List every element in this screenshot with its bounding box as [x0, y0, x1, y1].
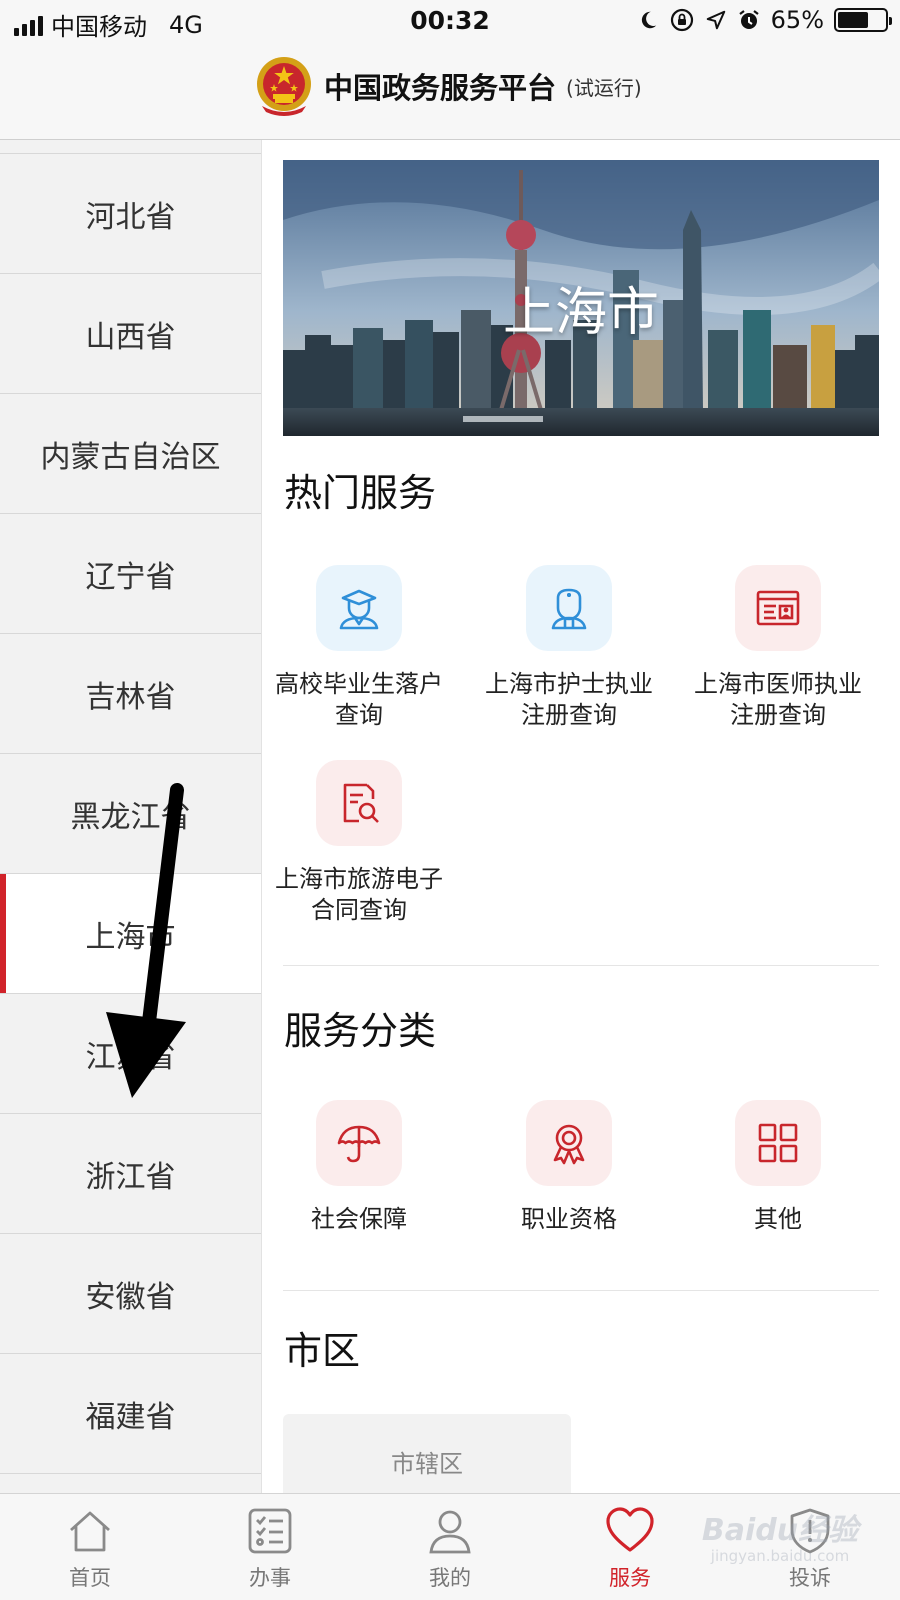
baidu-watermark: Baidu经验 jingyan.baidu.com	[680, 1505, 880, 1565]
battery-icon	[834, 8, 892, 32]
tab-label: 服务	[609, 1566, 651, 1590]
sidebar-item-liaoning[interactable]: 辽宁省	[0, 514, 261, 634]
service-graduate-settlement[interactable]: 高校毕业生落户 查询	[262, 565, 464, 731]
tab-tasks[interactable]: 办事	[180, 1494, 360, 1600]
section-divider	[283, 1290, 879, 1291]
heart-icon	[606, 1507, 654, 1552]
sidebar-item-inner-mongolia[interactable]: 内蒙古自治区	[0, 394, 261, 514]
app-header: 中国政务服务平台 (试运行)	[0, 44, 900, 140]
tab-label: 首页	[69, 1566, 111, 1590]
service-label-line2: 注册查询	[730, 701, 826, 729]
tab-mine[interactable]: 我的	[360, 1494, 540, 1600]
banner-title: 上海市	[502, 283, 659, 343]
province-sidebar[interactable]: 河北省 山西省 内蒙古自治区 辽宁省 吉林省 黑龙江省 上海市 江苏省 浙江省 …	[0, 140, 262, 1493]
sidebar-item-zhejiang[interactable]: 浙江省	[0, 1114, 261, 1234]
home-icon	[70, 1511, 110, 1552]
hot-services-title: 热门服务	[284, 471, 437, 515]
service-label-line2: 注册查询	[521, 701, 617, 729]
section-divider	[283, 965, 879, 966]
city-banner[interactable]: 上海市	[283, 160, 879, 436]
app-title: 中国政务服务平台	[324, 71, 557, 105]
service-label-line2: 查询	[335, 701, 383, 729]
graduate-icon	[316, 565, 402, 651]
app-subtitle: (试运行)	[566, 75, 642, 100]
watermark-url: jingyan.baidu.com	[710, 1547, 850, 1565]
sidebar-item-heilongjiang[interactable]: 黑龙江省	[0, 754, 261, 874]
tab-home[interactable]: 首页	[0, 1494, 180, 1600]
service-label-line1: 上海市旅游电子	[275, 865, 443, 893]
sidebar-item-jilin[interactable]: 吉林省	[0, 634, 261, 754]
category-social-security[interactable]: 社会保障	[262, 1100, 464, 1235]
id-card-icon	[735, 565, 821, 651]
battery-percent: 65%	[770, 6, 824, 34]
service-nurse-registration[interactable]: 上海市护士执业 注册查询	[464, 565, 674, 731]
alarm-icon	[738, 10, 759, 29]
sidebar-item-fujian[interactable]: 福建省	[0, 1354, 261, 1474]
service-categories-title: 服务分类	[284, 1009, 437, 1053]
document-search-icon	[316, 760, 402, 846]
district-button[interactable]: 市辖区	[283, 1414, 571, 1493]
nurse-icon	[526, 565, 612, 651]
category-label: 其他	[754, 1205, 802, 1233]
grid-icon	[735, 1100, 821, 1186]
tab-label: 办事	[249, 1566, 291, 1590]
award-icon	[526, 1100, 612, 1186]
user-icon	[429, 1510, 471, 1554]
category-other[interactable]: 其他	[673, 1100, 883, 1235]
umbrella-icon	[316, 1100, 402, 1186]
sidebar-item-jiangsu[interactable]: 江苏省	[0, 994, 261, 1114]
service-label-line1: 高校毕业生落户	[275, 670, 443, 698]
service-label-line1: 上海市护士执业	[485, 670, 653, 698]
service-travel-contract[interactable]: 上海市旅游电子 合同查询	[262, 760, 464, 926]
sidebar-item-hebei[interactable]: 河北省	[0, 154, 261, 274]
sidebar-item-shanxi[interactable]: 山西省	[0, 274, 261, 394]
service-label-line1: 上海市医师执业	[694, 670, 862, 698]
province-list-stub	[0, 140, 261, 154]
moon-icon	[641, 11, 656, 29]
watermark-brand: Baidu经验	[701, 1513, 859, 1548]
main-content[interactable]: 上海市 热门服务 高校毕业生落户 查询 上海市护士执业 注册查询 上海市医师执业…	[262, 140, 900, 1493]
national-emblem-icon	[257, 57, 311, 116]
screen: 中国移动 4G 00:32 65% 中国政务服务平台 (试运行) 河北省 山西省…	[0, 0, 900, 1600]
service-label-line2: 合同查询	[311, 896, 407, 924]
checklist-icon	[248, 1508, 292, 1554]
orientation-lock-icon	[670, 8, 693, 32]
sidebar-item-shanghai[interactable]: 上海市	[0, 874, 261, 994]
category-label: 社会保障	[311, 1205, 407, 1233]
sidebar-item-anhui[interactable]: 安徽省	[0, 1234, 261, 1354]
status-bar: 中国移动 4G 00:32 65%	[0, 0, 900, 44]
category-label: 职业资格	[521, 1205, 617, 1233]
category-professional-qualification[interactable]: 职业资格	[464, 1100, 674, 1235]
tab-label: 我的	[429, 1566, 471, 1590]
service-doctor-registration[interactable]: 上海市医师执业 注册查询	[673, 565, 883, 731]
location-icon	[706, 10, 725, 30]
district-title: 市区	[284, 1329, 361, 1373]
tab-label: 投诉	[789, 1566, 831, 1590]
